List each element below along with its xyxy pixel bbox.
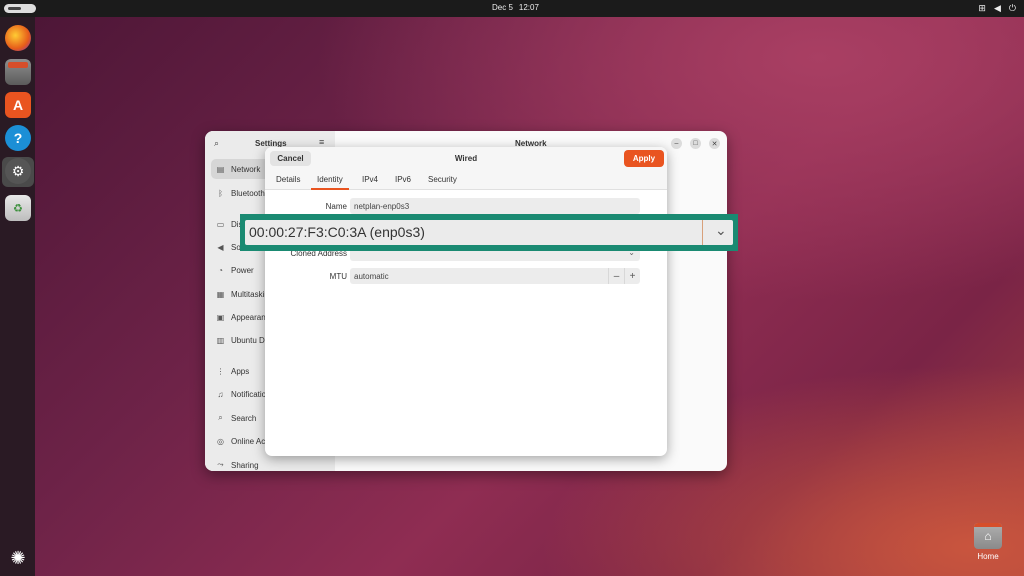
sharing-icon: ⤳ bbox=[217, 460, 224, 469]
tab-ipv4[interactable]: IPv4 bbox=[362, 175, 378, 184]
close-button[interactable]: ✕ bbox=[709, 138, 720, 149]
mtu-value: automatic bbox=[354, 271, 389, 281]
notifications-icon: ♫ bbox=[217, 389, 224, 399]
mac-address-combo[interactable]: 00:00:27:F3:C0:3A (enp0s3) ⌄ bbox=[245, 220, 733, 245]
trash-icon[interactable]: ♻ bbox=[5, 195, 31, 221]
volume-icon[interactable]: ◀ bbox=[994, 3, 1001, 14]
clock-time: 12:07 bbox=[518, 3, 539, 12]
name-input[interactable]: netplan-enp0s3 bbox=[350, 198, 640, 214]
maximize-button[interactable]: □ bbox=[690, 138, 701, 149]
online-accounts-icon: ◎ bbox=[217, 436, 224, 446]
dialog-header: Cancel Wired Apply bbox=[265, 147, 667, 169]
tab-identity[interactable]: Identity bbox=[311, 175, 349, 190]
apps-icon: ⋮ bbox=[216, 366, 225, 376]
sidebar-item-sharing[interactable]: ⤳ Sharing bbox=[211, 455, 331, 471]
home-label: Home bbox=[977, 552, 999, 561]
tab-bar: Details Identity IPv4 IPv6 Security bbox=[265, 169, 667, 190]
firefox-icon[interactable] bbox=[5, 25, 31, 51]
sidebar-item-label: Power bbox=[231, 265, 254, 275]
mtu-label: MTU bbox=[329, 272, 347, 281]
dock: A ? ⚙ ♻ ✺ bbox=[0, 17, 35, 576]
appearance-icon: ▣ bbox=[216, 312, 225, 322]
app-center-icon[interactable]: A bbox=[5, 92, 31, 118]
settings-icon[interactable]: ⚙ bbox=[5, 158, 31, 184]
sidebar-item-label: Bluetooth bbox=[231, 188, 265, 198]
system-tray[interactable]: ⊞ ◀ ⏻ bbox=[978, 3, 1016, 14]
bluetooth-icon: ᛒ bbox=[218, 188, 223, 198]
apply-button[interactable]: Apply bbox=[624, 150, 664, 167]
sidebar-item-label: Apps bbox=[231, 366, 250, 376]
network-icon[interactable]: ⊞ bbox=[978, 3, 986, 14]
search-icon[interactable]: ⌕ bbox=[214, 138, 219, 149]
wired-dialog: Cancel Wired Apply Details Identity IPv4… bbox=[265, 147, 667, 456]
search-icon: ⌕ bbox=[218, 413, 223, 422]
combo-divider bbox=[702, 220, 703, 245]
power-icon: ◔ bbox=[218, 265, 223, 275]
tab-security[interactable]: Security bbox=[428, 175, 457, 184]
sidebar-item-label: Network bbox=[231, 164, 261, 174]
tab-ipv6[interactable]: IPv6 bbox=[395, 175, 411, 184]
power-icon[interactable]: ⏻ bbox=[1009, 3, 1016, 14]
sound-icon: ◀ bbox=[217, 242, 224, 252]
multitasking-icon: ▦ bbox=[216, 289, 225, 299]
chevron-down-icon[interactable]: ⌄ bbox=[715, 222, 727, 239]
home-folder-icon[interactable]: ⌂ bbox=[974, 523, 1002, 549]
network-icon: ▤ bbox=[216, 164, 225, 174]
clock[interactable]: Dec 5 12:07 bbox=[492, 3, 545, 12]
activities-button[interactable] bbox=[4, 4, 36, 13]
mac-address-value: 00:00:27:F3:C0:3A (enp0s3) bbox=[249, 224, 425, 240]
minimize-button[interactable]: – bbox=[671, 138, 682, 149]
mtu-increment-button[interactable]: + bbox=[624, 268, 640, 284]
top-bar: Dec 5 12:07 ⊞ ◀ ⏻ bbox=[0, 0, 1024, 17]
ubuntu-desktop-icon: ▥ bbox=[216, 335, 225, 345]
show-apps-icon[interactable]: ✺ bbox=[5, 545, 31, 571]
mtu-decrement-button[interactable]: – bbox=[608, 268, 624, 284]
zoom-highlight: 00:00:27:F3:C0:3A (enp0s3) ⌄ bbox=[240, 214, 738, 251]
tab-details[interactable]: Details bbox=[276, 175, 300, 184]
sidebar-item-label: Search bbox=[231, 413, 257, 423]
help-icon[interactable]: ? bbox=[5, 125, 31, 151]
sidebar-item-label: Sharing bbox=[231, 460, 259, 470]
files-icon[interactable] bbox=[5, 59, 31, 85]
menu-icon[interactable]: ≡ bbox=[319, 137, 324, 147]
display-icon: ▭ bbox=[216, 219, 225, 229]
clock-date: Dec 5 bbox=[492, 3, 513, 12]
name-label: Name bbox=[325, 202, 347, 211]
dialog-title: Wired bbox=[454, 154, 478, 163]
mtu-spinner[interactable]: automatic – + bbox=[350, 268, 640, 284]
